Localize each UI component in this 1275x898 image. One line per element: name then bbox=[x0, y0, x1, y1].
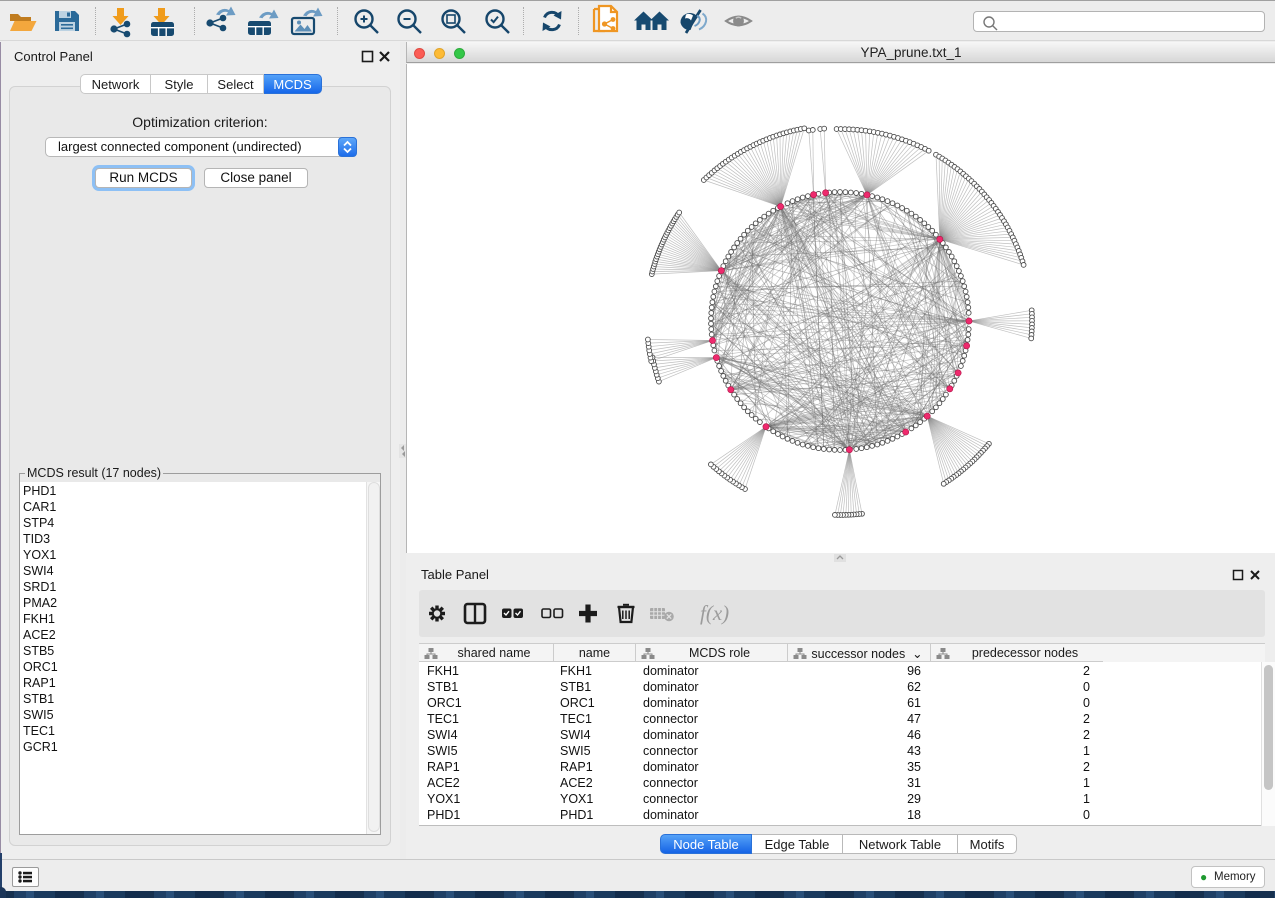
svg-text:f(x): f(x) bbox=[700, 601, 729, 625]
